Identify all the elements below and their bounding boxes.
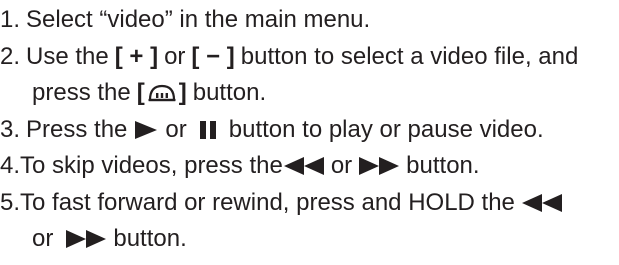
pause-icon bbox=[199, 119, 217, 141]
menu-button-icon bbox=[145, 81, 179, 105]
step-2-continued: press the [ ] button. bbox=[0, 75, 619, 112]
bracket-open: [ bbox=[136, 79, 145, 106]
step-1: 1. Select “video” in the main menu. bbox=[0, 2, 619, 39]
step-3-number: 3. bbox=[0, 115, 21, 143]
step-5-number: 5. bbox=[0, 188, 21, 216]
step-5: 5. To fast forward or rewind, press and … bbox=[0, 185, 619, 222]
rewind-icon bbox=[283, 155, 325, 177]
step-5-text-c: button. bbox=[113, 225, 187, 252]
step-3: 3. Press the or button to play or pause … bbox=[0, 112, 619, 149]
step-2: 2. Use the [ + ] or [ − ] button to sele… bbox=[0, 39, 619, 76]
step-2-number: 2. bbox=[0, 42, 21, 70]
step-1-number: 1. bbox=[0, 6, 21, 33]
plus-button-label: [ + ] bbox=[114, 42, 159, 70]
step-4-or: or bbox=[330, 152, 353, 179]
step-4-text-b: button. bbox=[406, 152, 480, 179]
instruction-list: 1. Select “video” in the main menu. 2. U… bbox=[0, 2, 619, 258]
step-3-or: or bbox=[165, 115, 187, 143]
step-5-text-a: To fast forward or rewind, press and HOL… bbox=[20, 188, 515, 216]
minus-button-label: [ − ] bbox=[191, 42, 235, 70]
step-4-text-a: To skip videos, press the bbox=[20, 152, 283, 179]
step-3-text-b: button to play or pause video. bbox=[228, 115, 544, 143]
step-3-text-a: Press the bbox=[26, 115, 128, 143]
step-2-text-a: Use the bbox=[26, 42, 109, 70]
step-1-text: Select “video” in the main menu. bbox=[26, 6, 371, 33]
play-icon bbox=[133, 119, 159, 141]
fast-forward-icon bbox=[65, 228, 107, 250]
step-2-or: or bbox=[164, 42, 186, 70]
rewind-icon bbox=[521, 192, 563, 214]
step-2-text-d: button. bbox=[192, 79, 267, 106]
bracket-close: ] bbox=[178, 79, 187, 106]
step-5-continued: or button. bbox=[0, 221, 619, 258]
fast-forward-icon bbox=[358, 155, 400, 177]
step-4-number: 4. bbox=[0, 152, 21, 179]
step-5-text-b: or bbox=[32, 225, 54, 252]
step-2-text-b: button to select a video file, and bbox=[240, 42, 579, 70]
step-4: 4. To skip videos, press the or button. bbox=[0, 148, 619, 185]
step-2-text-c: press the bbox=[32, 79, 131, 106]
